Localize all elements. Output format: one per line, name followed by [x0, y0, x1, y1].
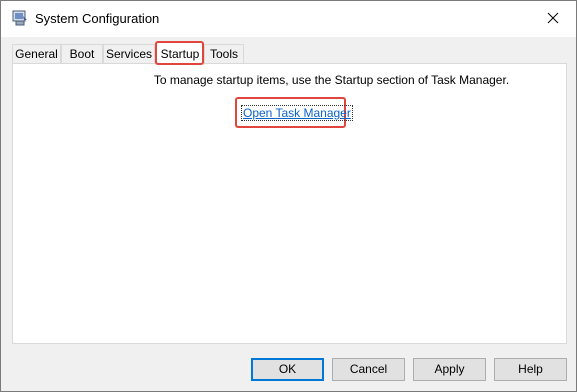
- cancel-button[interactable]: Cancel: [332, 358, 405, 381]
- tab-services[interactable]: Services: [103, 44, 155, 63]
- open-task-manager-highlight: Open Task Manager: [235, 97, 353, 128]
- system-configuration-window: System Configuration General Boot Servic…: [0, 0, 577, 392]
- tab-strip: General Boot Services Startup Tools: [12, 42, 567, 65]
- title-bar: System Configuration: [1, 1, 576, 37]
- help-button[interactable]: Help: [494, 358, 567, 381]
- tab-general[interactable]: General: [12, 44, 61, 63]
- close-button[interactable]: [530, 1, 576, 37]
- startup-info-text: To manage startup items, use the Startup…: [153, 73, 510, 87]
- apply-button[interactable]: Apply: [413, 358, 486, 381]
- startup-tab-panel: To manage startup items, use the Startup…: [12, 63, 567, 344]
- tab-boot[interactable]: Boot: [61, 44, 103, 63]
- close-icon: [547, 12, 559, 27]
- ok-button[interactable]: OK: [251, 358, 324, 381]
- open-task-manager-link[interactable]: Open Task Manager: [241, 105, 353, 121]
- window-title: System Configuration: [35, 11, 160, 26]
- msconfig-app-icon: [12, 10, 28, 26]
- tab-startup[interactable]: Startup: [156, 42, 204, 65]
- tab-tools[interactable]: Tools: [204, 44, 244, 63]
